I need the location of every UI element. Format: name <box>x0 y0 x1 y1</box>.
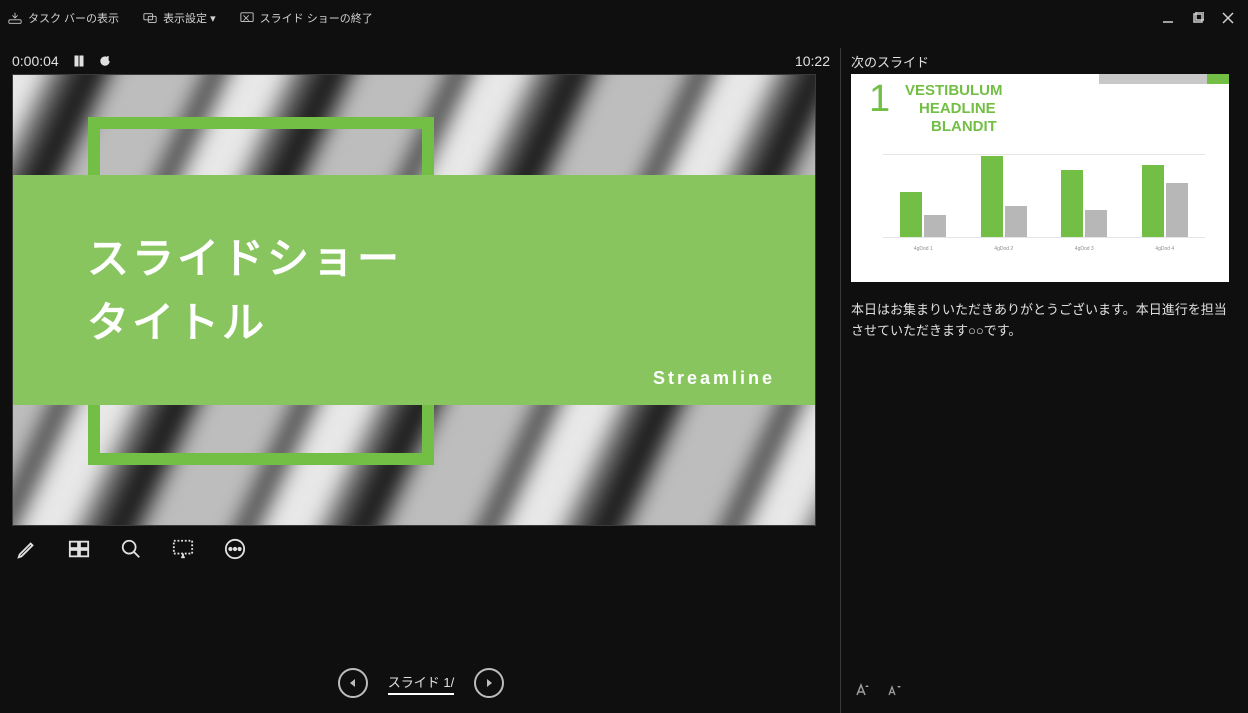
window-close-button[interactable] <box>1222 12 1234 24</box>
presenter-left-pane: 0:00:04 10:22 スライドショー タイトル Streamline <box>12 48 830 713</box>
show-taskbar-button[interactable]: タスク バーの表示 <box>8 10 119 26</box>
slide-title-line1: スライドショー <box>87 230 815 289</box>
prev-slide-button[interactable] <box>338 668 368 698</box>
top-command-bar: タスク バーの表示 表示設定 ▾ スライド ショーの終了 <box>0 0 1248 36</box>
increase-font-button[interactable] <box>853 681 871 699</box>
black-screen-button[interactable] <box>170 536 196 562</box>
reset-timer-button[interactable] <box>99 54 111 68</box>
notes-font-size-row <box>851 675 1236 713</box>
window-minimize-button[interactable] <box>1162 12 1174 24</box>
show-taskbar-label: タスク バーの表示 <box>28 10 119 26</box>
decrease-font-button[interactable] <box>885 681 903 699</box>
see-all-slides-button[interactable] <box>66 536 92 562</box>
display-settings-label: 表示設定 ▾ <box>163 10 216 26</box>
elapsed-time: 0:00:04 <box>12 53 59 69</box>
next-slide-accent-bar <box>1099 74 1229 84</box>
presenter-right-pane: 次のスライド 1 VESTIBULUM HEADLINE BLANDIT 4gD… <box>851 48 1236 713</box>
more-options-button[interactable] <box>222 536 248 562</box>
slide-subtitle: Streamline <box>653 368 775 389</box>
zoom-tool-button[interactable] <box>118 536 144 562</box>
end-slideshow-label: スライド ショーの終了 <box>260 10 373 26</box>
current-slide-preview[interactable]: スライドショー タイトル Streamline <box>12 74 816 526</box>
window-restore-button[interactable] <box>1192 12 1204 24</box>
pane-divider[interactable] <box>840 48 841 713</box>
slide-nav-row: スライド 1/ <box>12 653 830 713</box>
slide-title-band: スライドショー タイトル Streamline <box>13 175 815 405</box>
timer-row: 0:00:04 10:22 <box>12 48 830 74</box>
slide-number-label[interactable]: スライド 1/ <box>388 672 454 695</box>
clock-time: 10:22 <box>795 53 830 69</box>
next-slide-button[interactable] <box>474 668 504 698</box>
pen-tool-button[interactable] <box>14 536 40 562</box>
speaker-notes: 本日はお集まりいただきありがとうございます。本日進行を担当させていただきます○○… <box>851 282 1236 342</box>
next-slide-number: 1 <box>869 78 890 121</box>
presenter-tool-row <box>12 526 830 562</box>
pause-timer-button[interactable] <box>73 54 85 68</box>
end-slideshow-button[interactable]: スライド ショーの終了 <box>240 10 373 26</box>
display-settings-button[interactable]: 表示設定 ▾ <box>143 10 216 26</box>
next-slide-chart <box>883 154 1205 238</box>
next-slide-preview[interactable]: 1 VESTIBULUM HEADLINE BLANDIT 4gDod 14gD… <box>851 74 1229 282</box>
next-slide-title: VESTIBULUM HEADLINE BLANDIT <box>905 82 1003 136</box>
slide-title-line2: タイトル <box>87 289 815 350</box>
chart-category-labels: 4gDod 14gDod 24gDod 34gDod 4 <box>883 246 1205 252</box>
next-slide-header: 次のスライド <box>851 48 1236 74</box>
